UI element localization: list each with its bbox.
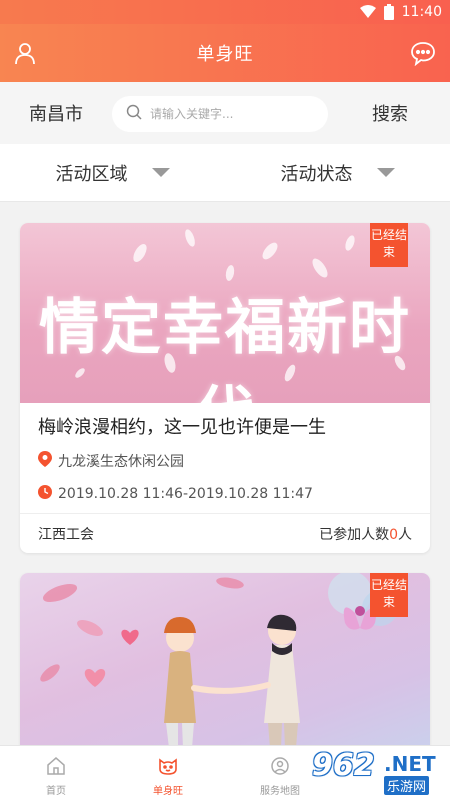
site-watermark: 962 .NET 乐游网 (312, 748, 444, 796)
couple-illustration (40, 573, 398, 773)
activity-title: 梅岭浪漫相约，这一见也许便是一生 (38, 417, 326, 438)
status-time: 11:40 (401, 4, 442, 20)
app-header: 单身旺 (0, 24, 450, 82)
chat-icon[interactable] (410, 40, 436, 67)
location-text: 九龙溪生态休闲公园 (58, 454, 184, 470)
page-title: 单身旺 (196, 44, 254, 65)
watermark-sub: 乐游网 (384, 776, 430, 795)
activity-time: 2019.10.28 11:46-2019.10.28 11:47 (20, 485, 430, 503)
organizer: 江西工会 (38, 526, 94, 543)
tab-singles[interactable]: 单身旺 (112, 746, 224, 800)
participants-count: 0 (389, 526, 398, 543)
participants-unit: 人 (398, 526, 412, 543)
city-selector[interactable]: 南昌市 (0, 100, 112, 126)
filter-label: 活动区域 (55, 163, 128, 185)
activity-banner: 已经结束 (20, 573, 430, 773)
participants-label: 已参加人数 (319, 526, 390, 543)
clock-icon (38, 485, 58, 503)
wifi-icon (359, 5, 376, 19)
card-footer: 江西工会 已参加人数0人 (20, 513, 430, 553)
filter-row: 活动区域 活动状态 (0, 144, 450, 202)
search-button[interactable]: 搜索 (340, 100, 440, 126)
filter-activity-area[interactable]: 活动区域 (0, 144, 225, 201)
cat-face-icon (157, 756, 179, 779)
home-icon (46, 756, 66, 779)
filter-label: 活动状态 (280, 163, 353, 185)
tab-label: 单身旺 (153, 786, 183, 797)
tab-home[interactable]: 首页 (0, 746, 112, 800)
activity-location: 九龙溪生态休闲公园 (20, 451, 430, 471)
user-icon[interactable] (12, 40, 38, 66)
search-icon (126, 104, 142, 124)
location-pin-icon (38, 451, 58, 471)
dropdown-arrow-icon (376, 168, 395, 177)
search-box[interactable] (112, 96, 328, 132)
participants: 已参加人数0人 (319, 524, 412, 544)
search-row: 南昌市 搜索 (0, 82, 450, 144)
dropdown-arrow-icon (151, 168, 170, 177)
watermark-number: 962 (312, 748, 375, 783)
banner-headline: 情定幸福新时代 (39, 293, 411, 403)
map-icon (270, 756, 290, 779)
status-badge: 已经结束 (370, 223, 408, 267)
activity-card[interactable]: 已经结束 (20, 573, 430, 773)
tab-label: 服务地图 (260, 786, 300, 797)
tab-label: 首页 (46, 786, 66, 797)
filter-activity-status[interactable]: 活动状态 (225, 144, 450, 201)
activity-card[interactable]: 情定幸福新时代 已经结束 梅岭浪漫相约，这一见也许便是一生 九龙溪生态休闲公园 … (20, 223, 430, 553)
search-input[interactable] (150, 107, 310, 121)
status-badge: 已经结束 (370, 573, 408, 617)
battery-icon (383, 4, 394, 20)
watermark-suffix: .NET (384, 752, 436, 776)
activity-banner: 情定幸福新时代 已经结束 (20, 223, 430, 403)
status-bar: 11:40 (0, 0, 450, 24)
time-text: 2019.10.28 11:46-2019.10.28 11:47 (58, 486, 313, 502)
